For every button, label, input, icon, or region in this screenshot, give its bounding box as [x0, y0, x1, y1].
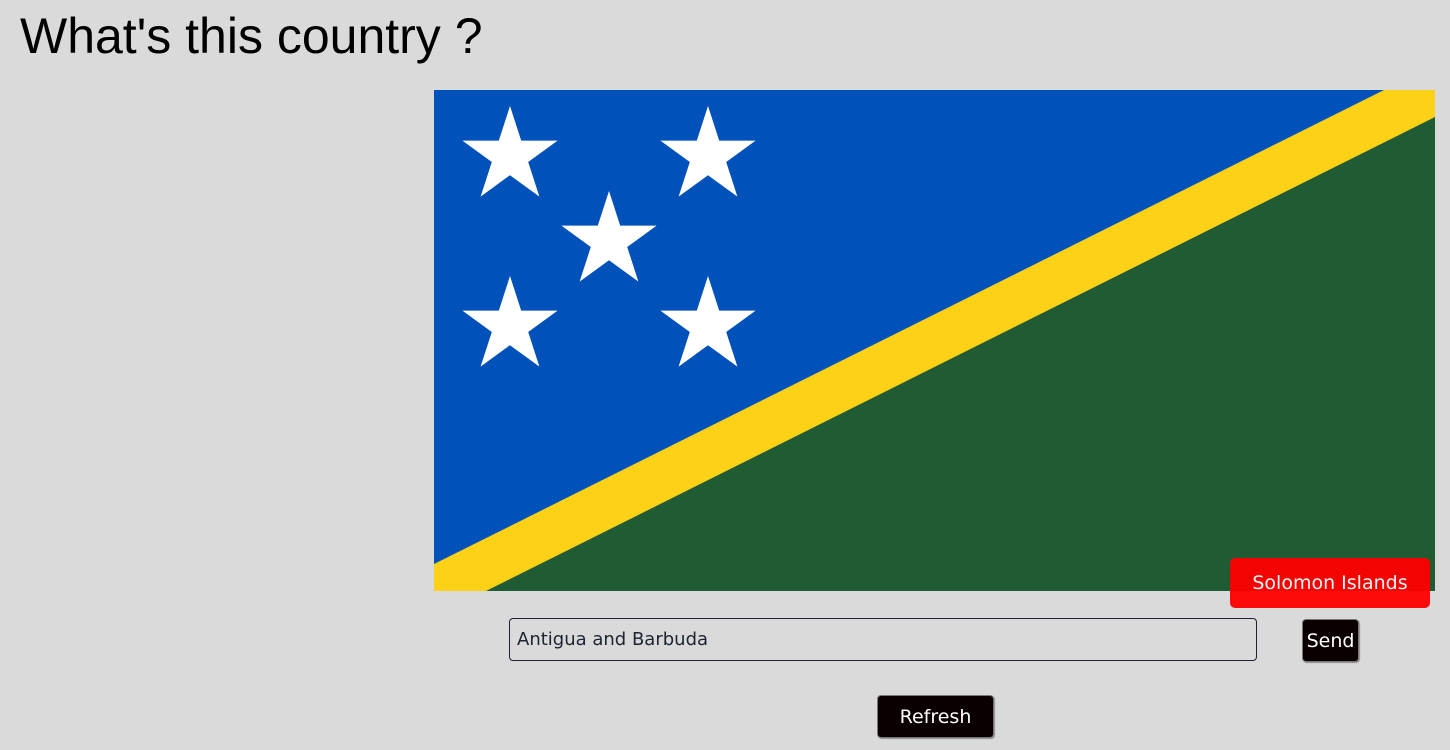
country-guess-input[interactable] [509, 618, 1257, 661]
refresh-button[interactable]: Refresh [877, 695, 994, 738]
country-flag-image [434, 90, 1435, 591]
send-button[interactable]: Send [1302, 619, 1359, 662]
page: What's this country ? Solomon Islands Se… [0, 0, 1450, 750]
correct-answer-badge: Solomon Islands [1230, 558, 1430, 608]
page-title: What's this country ? [20, 8, 483, 64]
